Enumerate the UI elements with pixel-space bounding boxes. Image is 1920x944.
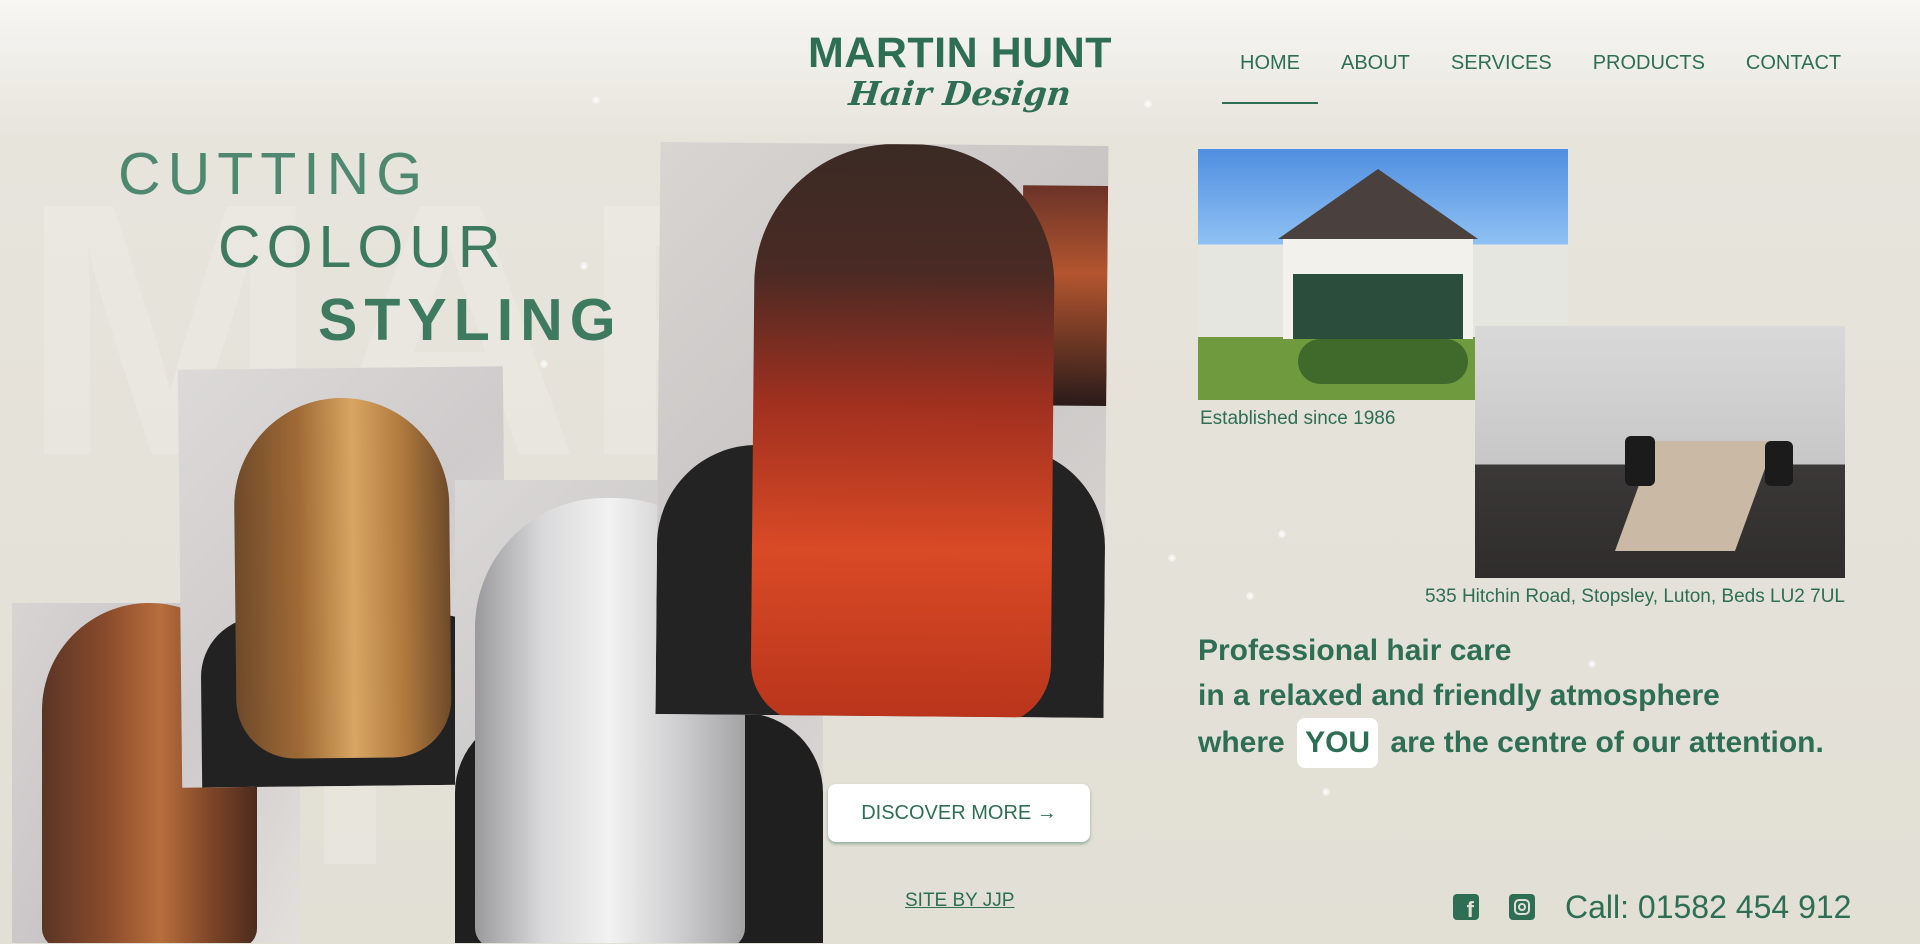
nav-item-products[interactable]: PRODUCTS [1593,52,1705,75]
tagline-line-1: Professional hair care [1198,634,1512,667]
headline-cutting: CUTTING [118,141,430,207]
tagline-rest: are the centre of our attention. [1390,726,1824,759]
sparkle [1168,554,1176,562]
sparkle [1246,592,1254,600]
established-caption: Established since 1986 [1200,408,1396,429]
tagline-line-2: in a relaxed and friendly atmosphere [1198,679,1720,712]
nav-item-contact[interactable]: CONTACT [1746,52,1841,75]
main-nav: HOME ABOUT SERVICES PRODUCTS CONTACT [1222,52,1841,104]
nav-item-home[interactable]: HOME [1222,52,1318,104]
photo-red-hair [655,142,1109,718]
discover-more-button[interactable]: DISCOVER MORE → [828,784,1090,842]
sparkle [580,262,588,270]
logo-subtitle: Hair Design [847,74,1073,113]
sparkle [540,360,548,368]
headline-colour: COLOUR [218,214,507,280]
site-credit-link[interactable]: SITE BY JJP [905,890,1014,912]
call-phone-link[interactable]: Call: 01582 454 912 [1565,889,1851,926]
headline-styling: STYLING [318,287,623,353]
tagline-you-highlight: YOU [1297,718,1379,768]
nav-item-about[interactable]: ABOUT [1341,52,1410,75]
nav-item-services[interactable]: SERVICES [1451,52,1552,75]
instagram-icon[interactable] [1509,894,1535,920]
sparkle [1278,530,1286,538]
tagline: Professional hair care in a relaxed and … [1198,628,1824,768]
sparkle [592,96,600,104]
tagline-line-3: where YOU are the centre of our attentio… [1198,718,1824,768]
logo-name: MARTIN HUNT [807,29,1113,77]
facebook-icon[interactable] [1453,894,1479,923]
sparkle [1322,788,1330,796]
address-caption: 535 Hitchin Road, Stopsley, Luton, Beds … [1424,586,1845,607]
sparkle [1144,100,1152,108]
logo[interactable]: MARTIN HUNT Hair Design [790,29,1130,114]
tagline-where: where [1198,726,1285,759]
photo-salon-interior [1475,326,1845,578]
